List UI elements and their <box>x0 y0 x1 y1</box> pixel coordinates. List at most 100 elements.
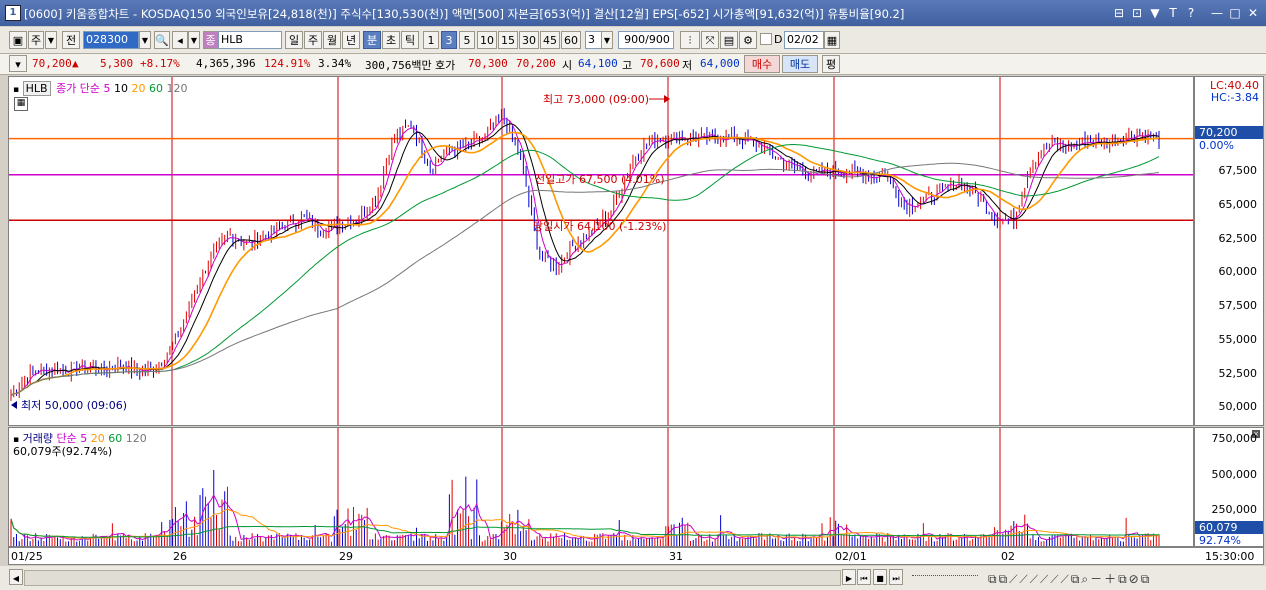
interval-5-button[interactable]: 5 <box>459 31 475 49</box>
fast-forward-icon[interactable]: ⏭ <box>889 569 903 585</box>
ma-legend-20: 20 <box>131 82 146 95</box>
ask-price: 70,200 <box>516 57 556 70</box>
low-marker-arrowhead <box>11 401 17 409</box>
low-price: 64,000 <box>700 57 740 70</box>
sell-button[interactable]: 매도 <box>782 55 818 73</box>
scroll-left-icon[interactable]: ◀ <box>9 569 23 585</box>
x-label-31: 31 <box>669 550 683 563</box>
sound-icon[interactable]: ◂ <box>172 31 188 49</box>
chart-menu-icon[interactable]: ▣ <box>9 31 27 49</box>
moving-average-line-120 <box>10 162 1160 397</box>
x-axis: 01/25 26 29 30 31 02/01 02 15:30:00 <box>8 547 1264 565</box>
candle-type-icon[interactable]: ⫶ <box>680 31 700 49</box>
x-axis-time: 15:30:00 <box>1205 550 1255 563</box>
stock-name-field[interactable]: HLB <box>218 31 282 49</box>
y-tick-65000: 65,000 <box>1218 198 1258 211</box>
crosshair-icon[interactable]: ⤧ <box>701 31 719 49</box>
interval-60-button[interactable]: 60 <box>561 31 581 49</box>
sound-dropdown-icon[interactable]: ▼ <box>188 31 200 49</box>
dropdown-icon[interactable]: ▼ <box>1148 6 1162 20</box>
price-chart-panel[interactable]: ▪ HLB 종가 단순 5 10 20 60 120 ▦ 최고 73,000 (… <box>8 76 1194 426</box>
interval-10-button[interactable]: 10 <box>477 31 497 49</box>
vol-tick-250000: 250,000 <box>1211 503 1258 516</box>
search-icon[interactable]: 🔍 <box>154 31 170 49</box>
minimize-button[interactable]: — <box>1210 6 1224 20</box>
interval-1-button[interactable]: 1 <box>423 31 439 49</box>
help-icon[interactable]: ? <box>1184 6 1198 20</box>
scroll-right-icon[interactable]: ▶ <box>842 569 856 585</box>
calendar-icon[interactable]: ▦ <box>824 31 840 49</box>
period-second-button[interactable]: 초 <box>382 31 400 49</box>
high-label: 고 <box>622 59 633 72</box>
high-annotation: 최고 73,000 (09:00) <box>543 93 650 106</box>
buy-button[interactable]: 매수 <box>744 55 780 73</box>
high-price: 70,600 <box>640 57 680 70</box>
period-type-dropdown-icon[interactable]: ▼ <box>45 31 57 49</box>
x-label-26: 26 <box>173 550 187 563</box>
period-month-button[interactable]: 월 <box>323 31 341 49</box>
period-type-button[interactable]: 주 <box>28 31 44 49</box>
volume-chart-panel[interactable]: ▪ 거래량 단순 5 20 60 120 60,079주(92.74%) <box>8 427 1194 547</box>
interval-3-button[interactable]: 3 <box>441 31 457 49</box>
y-tick-62500: 62,500 <box>1218 232 1258 245</box>
prev-high-line-label: 전일고가 67,500 (4.01%) <box>535 173 665 186</box>
bid-label: 호가 <box>435 59 456 72</box>
bottom-toolbar: ◀ ▶ ⏮ ■ ⏭ ⧉⧉⟋⟋⟋⟋⟋⟋⧉⌕－＋⧉⊘⧉ <box>0 566 1266 590</box>
x-label-29: 29 <box>339 550 353 563</box>
rewind-icon[interactable]: ⏮ <box>857 569 871 585</box>
grid-toggle-icon[interactable]: ▦ <box>14 97 28 111</box>
toolbar: ▣ 주 ▼ 전 028300 ▼ 🔍 ◂ ▼ 종 HLB 일 주 월 년 분 초… <box>0 27 1266 54</box>
maximize-button[interactable]: □ <box>1228 6 1242 20</box>
eval-button[interactable]: 평 <box>822 55 840 73</box>
chart-type-icon[interactable]: ▾ <box>9 55 27 72</box>
x-label-0125: 01/25 <box>11 550 43 563</box>
layout-icon[interactable]: ⊟ <box>1112 6 1126 20</box>
drawing-tools-icon[interactable]: ⧉⧉⟋⟋⟋⟋⟋⟋⧉⌕－＋⧉⊘⧉ <box>988 570 1151 587</box>
window-number: 1 <box>5 5 21 21</box>
price-y-axis: LC:40.40 HC:-3.84 70,200 0.00% 67,500 65… <box>1194 76 1264 426</box>
x-label-0201: 02/01 <box>835 550 867 563</box>
window-title: [0600] 키움종합차트 - KOSDAQ150 외국인보유[24,818(천… <box>24 7 905 21</box>
price-chart-svg[interactable] <box>9 77 1193 425</box>
period-day-button[interactable]: 일 <box>285 31 303 49</box>
period-tick-button[interactable]: 틱 <box>401 31 419 49</box>
interval-45-button[interactable]: 45 <box>540 31 560 49</box>
period-week-button[interactable]: 주 <box>304 31 322 49</box>
interval-30-button[interactable]: 30 <box>519 31 539 49</box>
stop-icon[interactable]: ■ <box>873 569 887 585</box>
open-label: 시 <box>562 59 573 72</box>
moving-average-line-5 <box>10 117 1160 397</box>
hc-label: HC:-3.84 <box>1210 91 1259 104</box>
current-pct-tag: 0.00% <box>1199 139 1234 152</box>
date-input[interactable]: 02/02 <box>784 31 824 49</box>
date-checkbox[interactable] <box>760 33 772 45</box>
horizontal-scrollbar[interactable] <box>24 570 841 586</box>
period-minute-button[interactable]: 분 <box>363 31 381 49</box>
code-input[interactable]: 028300 <box>83 31 139 49</box>
count-input[interactable]: 900/900 <box>618 31 674 49</box>
current-price-tag: 70,200 <box>1195 126 1263 139</box>
y-tick-50000: 50,000 <box>1218 400 1258 413</box>
vol-tick-500000: 500,000 <box>1211 468 1258 481</box>
interval-15-button[interactable]: 15 <box>498 31 518 49</box>
interval-dropdown-icon[interactable]: ▼ <box>601 31 613 49</box>
code-dropdown-icon[interactable]: ▼ <box>139 31 151 49</box>
y-tick-57500: 57,500 <box>1218 299 1258 312</box>
close-button[interactable]: ✕ <box>1246 6 1260 20</box>
restore-layout-icon[interactable]: ⊡ <box>1130 6 1144 20</box>
y-tick-55000: 55,000 <box>1218 333 1258 346</box>
zoom-slider[interactable] <box>912 575 978 579</box>
stock-label[interactable]: HLB <box>22 81 51 96</box>
save-icon[interactable]: ▤ <box>720 31 738 49</box>
volume-chart-svg[interactable] <box>9 428 1193 546</box>
volume-value: 4,365,396 <box>196 57 256 70</box>
prev-button[interactable]: 전 <box>62 31 80 49</box>
settings-icon[interactable]: ⚙ <box>739 31 757 49</box>
period-year-button[interactable]: 년 <box>342 31 360 49</box>
open-price: 64,100 <box>578 57 618 70</box>
turnover-rate: 3.34% <box>318 57 352 70</box>
font-icon[interactable]: T <box>1166 6 1180 20</box>
y-tick-60000: 60,000 <box>1218 265 1258 278</box>
ma-legend-5: 5 <box>103 82 111 95</box>
ma-legend-120: 120 <box>166 82 188 95</box>
